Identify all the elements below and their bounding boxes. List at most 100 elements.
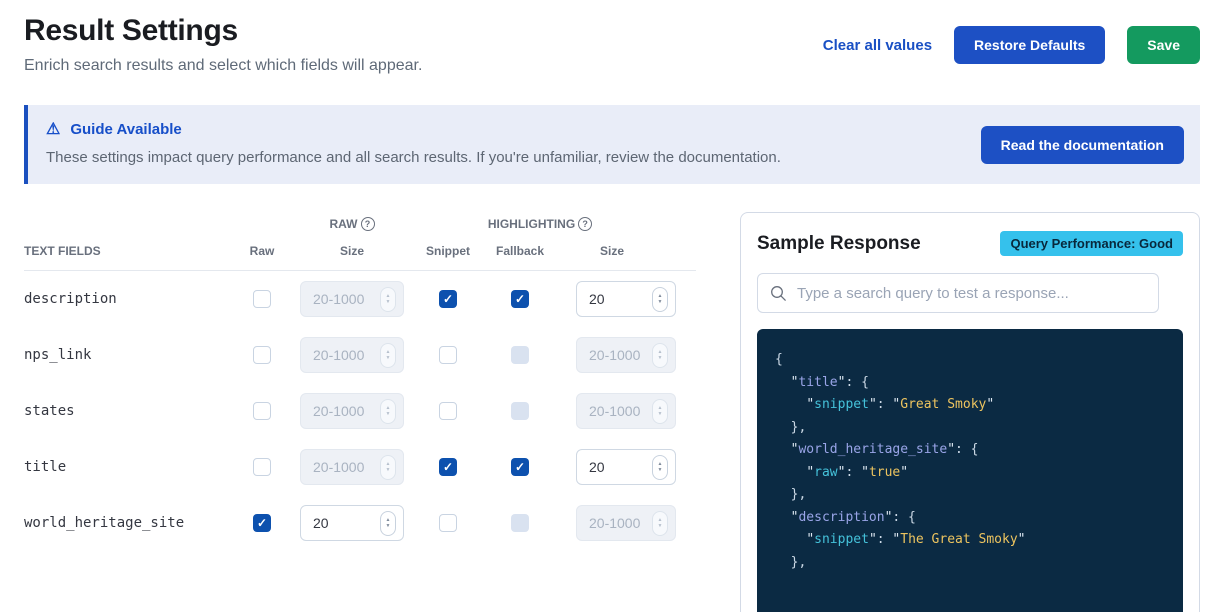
raw-checkbox[interactable]: ✓ xyxy=(253,514,271,532)
raw-group-label: RAW xyxy=(330,217,358,231)
stepper-icon[interactable]: ▲▼ xyxy=(652,287,668,312)
table-row: states20-1000▲▼20-1000▲▼ xyxy=(24,383,696,439)
column-header-raw-size: Size xyxy=(340,244,364,258)
raw-help-icon[interactable]: ? xyxy=(361,217,375,231)
code-line: "world_heritage_site": { xyxy=(775,439,1165,462)
check-icon: ✓ xyxy=(443,461,453,473)
raw-size-input: 20-1000▲▼ xyxy=(300,281,404,317)
highlighting-help-icon[interactable]: ? xyxy=(578,217,592,231)
raw-checkbox[interactable] xyxy=(253,290,271,308)
field-name: nps_link xyxy=(24,347,224,363)
page-heading-block: Result Settings Enrich search results an… xyxy=(24,14,422,75)
query-performance-badge: Query Performance: Good xyxy=(1000,231,1183,256)
table-group-header-row: RAW ? HIGHLIGHTING ? xyxy=(24,212,696,236)
panel-title: Sample Response xyxy=(757,233,921,255)
restore-defaults-button[interactable]: Restore Defaults xyxy=(954,26,1105,64)
size-placeholder: 20-1000 xyxy=(313,459,364,475)
read-documentation-button[interactable]: Read the documentation xyxy=(981,126,1184,164)
fallback-checkbox[interactable]: ✓ xyxy=(511,290,529,308)
highlighting-size-input: 20-1000▲▼ xyxy=(576,393,676,429)
snippet-checkbox[interactable] xyxy=(439,346,457,364)
highlighting-size-input: 20-1000 ▲▼ xyxy=(576,505,676,541)
field-name: description xyxy=(24,291,224,307)
fallback-checkbox xyxy=(511,402,529,420)
callout-title: Guide Available xyxy=(70,121,181,138)
table-row: nps_link 20-1000 ▲▼ 20-1000 ▲▼ xyxy=(24,327,696,383)
size-placeholder: 20-1000 xyxy=(313,347,364,363)
size-placeholder: 20-1000 xyxy=(313,291,364,307)
column-header-fallback: Fallback xyxy=(496,244,544,258)
code-line: }, xyxy=(775,484,1165,507)
snippet-checkbox[interactable] xyxy=(439,514,457,532)
code-line: "snippet": "The Great Smoky" xyxy=(775,529,1165,552)
search-placeholder: Type a search query to test a response..… xyxy=(797,285,1069,302)
highlighting-size-input[interactable]: 20 ▲▼ xyxy=(576,449,676,485)
clear-all-values-link[interactable]: Clear all values xyxy=(823,37,932,54)
guide-callout: ⚠ Guide Available These settings impact … xyxy=(24,105,1200,184)
stepper-icon: ▲▼ xyxy=(380,343,396,368)
page-title: Result Settings xyxy=(24,14,422,48)
fallback-checkbox xyxy=(511,346,529,364)
sample-response-panel: Sample Response Query Performance: Good … xyxy=(740,212,1200,612)
fallback-checkbox xyxy=(511,514,529,532)
raw-checkbox[interactable] xyxy=(253,402,271,420)
stepper-icon: ▲▼ xyxy=(652,399,668,424)
highlighting-size-input: 20-1000 ▲▼ xyxy=(576,337,676,373)
snippet-checkbox[interactable]: ✓ xyxy=(439,458,457,476)
warning-triangle-icon: ⚠ xyxy=(46,122,60,138)
table-rows: description 20-1000 ▲▼ ✓ ✓ 20 ▲▼ nps_link 20-100… xyxy=(24,271,696,551)
text-fields-table: RAW ? HIGHLIGHTING ? TEXT FIELDS Raw Siz… xyxy=(24,212,696,551)
code-line: "title": { xyxy=(775,372,1165,395)
fallback-checkbox[interactable]: ✓ xyxy=(511,458,529,476)
raw-size-input: 20-1000 ▲▼ xyxy=(300,393,404,429)
code-line: "raw": "true" xyxy=(775,462,1165,485)
size-value: 20 xyxy=(589,459,605,475)
check-icon: ✓ xyxy=(515,461,525,473)
search-icon xyxy=(770,285,787,302)
stepper-icon[interactable]: ▲▼ xyxy=(652,455,668,480)
field-name: states xyxy=(24,403,224,419)
highlighting-group-label: HIGHLIGHTING xyxy=(488,217,575,231)
size-placeholder: 20-1000 xyxy=(313,403,364,419)
check-icon: ✓ xyxy=(257,517,267,529)
header-actions: Clear all values Restore Defaults Save xyxy=(823,26,1200,64)
table-row: world_heritage_site ✓ 20 ▲▼ 20-1000 ▲▼ xyxy=(24,495,696,551)
code-line: "snippet": "Great Smoky" xyxy=(775,394,1165,417)
column-header-snippet: Snippet xyxy=(426,244,470,258)
stepper-icon: ▲▼ xyxy=(652,511,668,536)
search-query-input[interactable]: Type a search query to test a response..… xyxy=(757,273,1159,313)
stepper-icon: ▲▼ xyxy=(380,455,396,480)
table-row: title 20-1000 ▲▼ ✓ ✓ 20 ▲▼ xyxy=(24,439,696,495)
snippet-checkbox[interactable] xyxy=(439,402,457,420)
sample-response-code: { "title": { "snippet": "Great Smoky" },… xyxy=(757,329,1183,612)
panel-header: Sample Response Query Performance: Good xyxy=(757,231,1183,256)
field-name: title xyxy=(24,459,224,475)
raw-checkbox[interactable] xyxy=(253,458,271,476)
result-settings-page: Result Settings Enrich search results an… xyxy=(0,0,1224,612)
table-column-header-row: TEXT FIELDS Raw Size Snippet Fallback Si… xyxy=(24,236,696,266)
raw-size-input[interactable]: 20 ▲▼ xyxy=(300,505,404,541)
size-value: 20 xyxy=(589,291,605,307)
page-subtitle: Enrich search results and select which f… xyxy=(24,57,422,75)
size-placeholder: 20-1000 xyxy=(589,515,640,531)
save-button[interactable]: Save xyxy=(1127,26,1200,64)
highlighting-group-header: HIGHLIGHTING ? xyxy=(404,217,676,231)
size-placeholder: 20-1000 xyxy=(589,347,640,363)
raw-size-input: 20-1000 ▲▼ xyxy=(300,449,404,485)
check-icon: ✓ xyxy=(443,293,453,305)
stepper-icon[interactable]: ▲▼ xyxy=(380,511,396,536)
check-icon: ✓ xyxy=(515,293,525,305)
raw-group-header: RAW ? xyxy=(300,217,404,231)
stepper-icon: ▲▼ xyxy=(652,343,668,368)
size-value: 20 xyxy=(313,515,329,531)
snippet-checkbox[interactable]: ✓ xyxy=(439,290,457,308)
raw-size-input: 20-1000 ▲▼ xyxy=(300,337,404,373)
main-content: RAW ? HIGHLIGHTING ? TEXT FIELDS Raw Siz… xyxy=(24,212,1200,612)
callout-title-row: ⚠ Guide Available xyxy=(46,121,970,138)
stepper-icon: ▲▼ xyxy=(380,399,396,424)
highlighting-size-input[interactable]: 20 ▲▼ xyxy=(576,281,676,317)
field-name: world_heritage_site xyxy=(24,515,224,531)
code-line: }, xyxy=(775,552,1165,575)
raw-checkbox[interactable] xyxy=(253,346,271,364)
code-line: }, xyxy=(775,417,1165,440)
